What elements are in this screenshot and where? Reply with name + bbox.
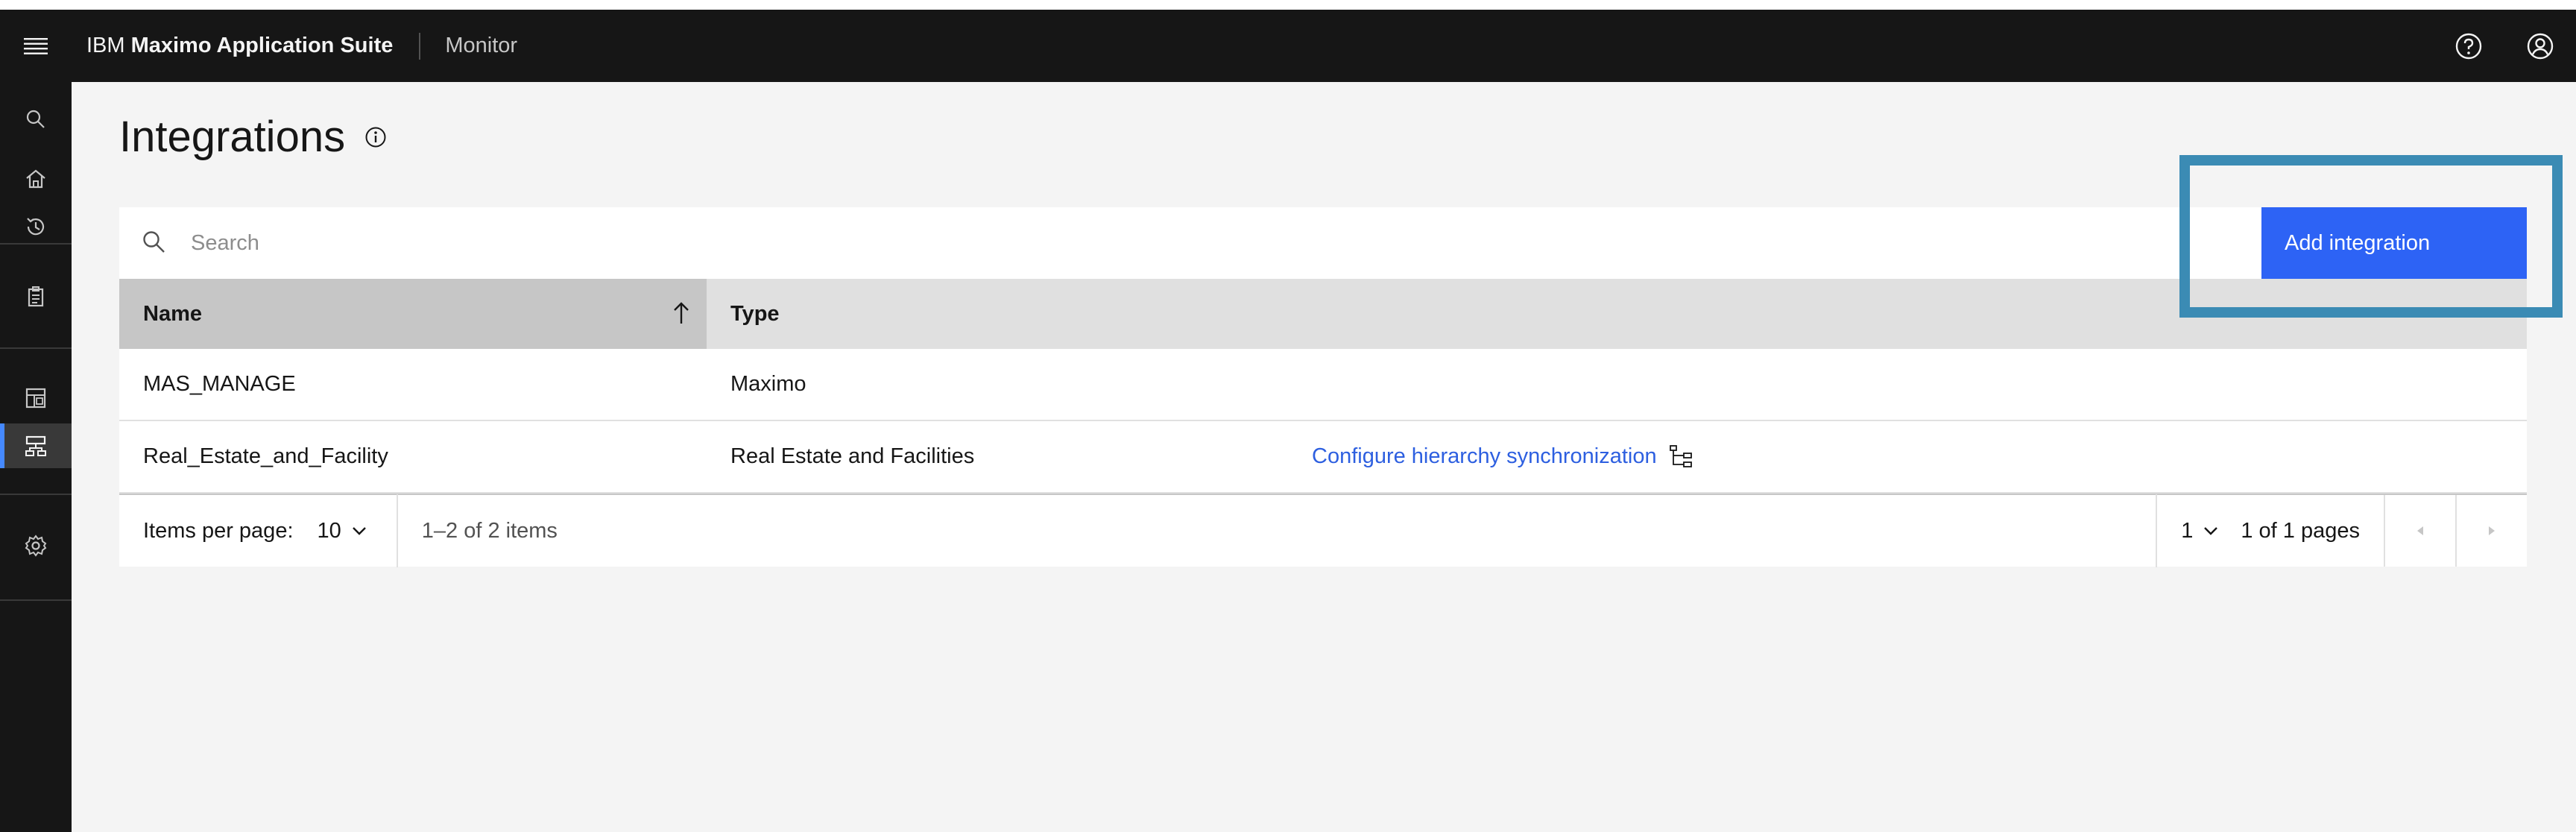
- product-name: Monitor: [445, 34, 518, 57]
- menu-button[interactable]: [0, 10, 72, 82]
- cell-name: Real_Estate_and_Facility: [143, 444, 388, 468]
- column-header-name[interactable]: Name: [119, 279, 707, 349]
- pagination: Items per page: 10 1–2 of 2 items 1 1 of…: [119, 494, 2527, 567]
- top-strip: [0, 0, 2576, 10]
- column-type-label: Type: [730, 301, 780, 326]
- nav-separator: [0, 494, 72, 495]
- nav-dashboards[interactable]: [0, 376, 72, 420]
- home-icon: [26, 169, 45, 189]
- dashboard-icon: [25, 388, 46, 409]
- items-per-page-select[interactable]: 10: [318, 519, 367, 543]
- menu-icon: [24, 37, 48, 54]
- cell-type: Maximo: [730, 372, 806, 396]
- items-per-page-value: 10: [317, 518, 341, 543]
- user-avatar-icon: [2527, 33, 2554, 59]
- column-name-label: Name: [143, 301, 202, 326]
- table-row[interactable]: Real_Estate_and_Facility Real Estate and…: [119, 421, 2527, 494]
- table-toolbar: Add integration: [119, 207, 2527, 279]
- nav-work-orders[interactable]: [0, 274, 72, 319]
- info-button[interactable]: [364, 126, 387, 148]
- nav-integrations[interactable]: [0, 423, 72, 468]
- items-per-page-label: Items per page:: [143, 518, 294, 543]
- caret-left-icon: [2417, 526, 2423, 535]
- cell-action: Configure hierarchy synchronization: [1312, 444, 1694, 470]
- brand[interactable]: IBM Maximo Application Suite: [72, 10, 393, 82]
- nav-separator: [0, 243, 72, 245]
- nav-home[interactable]: [0, 157, 72, 201]
- nav-separator: [0, 347, 72, 349]
- integrations-table: Add integration Name Type MAS_MANAGE Max…: [119, 207, 2527, 567]
- items-range: 1–2 of 2 items: [421, 518, 558, 543]
- settings-icon: [25, 535, 47, 557]
- search-input[interactable]: [191, 207, 2054, 279]
- previous-page-button[interactable]: [2384, 495, 2455, 567]
- chevron-down-icon: [352, 527, 366, 535]
- nav-search[interactable]: [0, 97, 72, 142]
- caret-right-icon: [2489, 526, 2495, 535]
- search-icon: [143, 231, 165, 253]
- recent-icon: [27, 218, 45, 236]
- page-header: Integrations: [119, 112, 387, 162]
- configure-hierarchy-link[interactable]: Configure hierarchy synchronization: [1312, 444, 1657, 469]
- sort-ascending-icon: [674, 302, 689, 324]
- help-button[interactable]: [2433, 10, 2504, 82]
- help-icon: [2455, 33, 2482, 59]
- column-header-type[interactable]: Type: [707, 279, 2527, 349]
- nav-recent[interactable]: [0, 204, 72, 249]
- page-count: 1 of 1 pages: [2241, 518, 2360, 543]
- chevron-down-icon: [2204, 527, 2218, 535]
- app-header: IBM Maximo Application Suite Monitor: [0, 10, 2576, 82]
- page-title: Integrations: [119, 113, 346, 161]
- table-row[interactable]: MAS_MANAGE Maximo: [119, 349, 2527, 421]
- table-header: Name Type: [119, 279, 2527, 349]
- page-select[interactable]: 1: [2157, 519, 2218, 543]
- page-value: 1: [2181, 518, 2194, 543]
- cell-name: MAS_MANAGE: [143, 372, 296, 396]
- search-icon: [26, 110, 45, 128]
- side-nav: [0, 82, 72, 832]
- user-profile-button[interactable]: [2504, 10, 2576, 82]
- brand-divider: [419, 32, 421, 60]
- integrations-icon: [25, 435, 46, 456]
- clipboard-icon: [28, 286, 44, 307]
- hierarchy-icon[interactable]: [1669, 444, 1694, 470]
- info-icon: [365, 127, 386, 147]
- nav-separator: [0, 599, 72, 601]
- next-page-button[interactable]: [2455, 495, 2527, 567]
- add-integration-button[interactable]: Add integration: [2261, 207, 2527, 279]
- nav-settings[interactable]: [0, 523, 72, 568]
- cell-type: Real Estate and Facilities: [730, 444, 975, 468]
- brand-prefix: IBM: [86, 34, 125, 57]
- brand-name: Maximo Application Suite: [130, 34, 394, 57]
